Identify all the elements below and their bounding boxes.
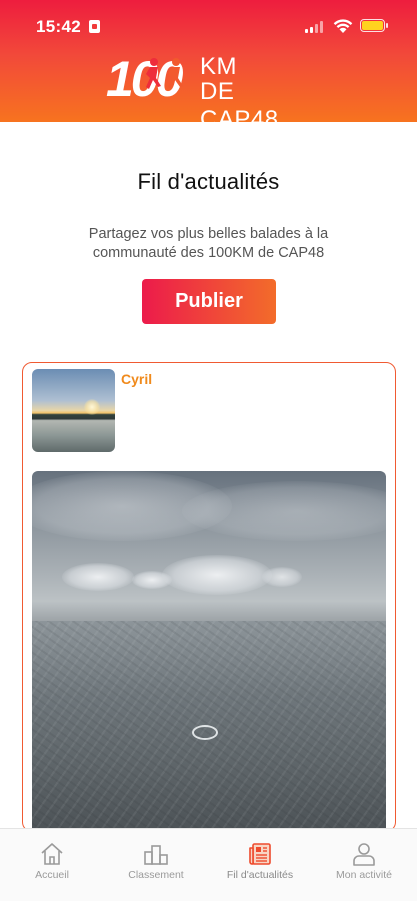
- tab-label: Mon activité: [335, 869, 393, 881]
- post-author[interactable]: Cyril: [121, 371, 152, 387]
- battery-icon: [360, 19, 388, 32]
- tab-label: Accueil: [35, 869, 69, 881]
- status-bar: 15:42: [0, 0, 417, 50]
- screen-lock-icon: [89, 20, 100, 33]
- photo-cloud: [62, 563, 134, 591]
- tab-label: Fil d'actualités: [226, 869, 294, 881]
- photo-cloud: [162, 555, 272, 595]
- photo-cloud: [262, 567, 302, 587]
- podium-icon: [144, 845, 168, 865]
- runners-logo-icon: [146, 58, 183, 89]
- author-avatar[interactable]: [32, 369, 115, 452]
- logo-line-km: KM: [200, 53, 237, 80]
- app-header: 15:42 100 KM DE CAP48: [0, 0, 417, 133]
- publish-button[interactable]: Publier: [142, 279, 276, 324]
- avatar-sunset-detail: [84, 399, 100, 415]
- newsfeed-icon: [249, 843, 271, 865]
- photo-stadium-detail: [192, 725, 218, 740]
- tab-accueil[interactable]: Accueil: [0, 829, 104, 901]
- home-icon: [41, 843, 63, 865]
- tab-classement[interactable]: Classement: [104, 829, 208, 901]
- wifi-icon: [333, 19, 353, 33]
- tab-label: Classement: [128, 869, 184, 881]
- post-photo[interactable]: [32, 471, 386, 831]
- bottom-tab-bar: Accueil Classement Fil d'actualités Mon …: [0, 828, 417, 901]
- feed-subtitle: Partagez vos plus belles balades à la co…: [88, 226, 329, 261]
- photo-cloud: [182, 481, 386, 541]
- page-title: Fil d'actualités: [137, 169, 280, 194]
- cellular-signal-icon: [305, 21, 325, 33]
- tab-fil-actualites[interactable]: Fil d'actualités: [208, 829, 312, 901]
- tab-mon-activite[interactable]: Mon activité: [312, 829, 416, 901]
- logo-line-cap48: DE CAP48: [200, 78, 279, 133]
- status-time: 15:42: [36, 17, 81, 36]
- post-card[interactable]: Cyril: [22, 362, 396, 832]
- user-icon: [353, 843, 375, 866]
- app-logo: 100 KM DE CAP48: [106, 51, 316, 133]
